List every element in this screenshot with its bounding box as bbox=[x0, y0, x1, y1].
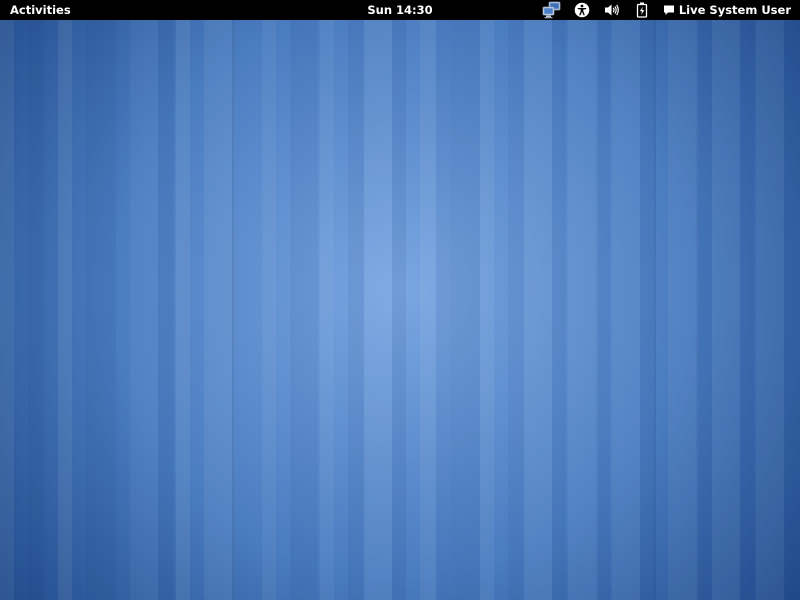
battery-icon[interactable] bbox=[627, 0, 657, 20]
wallpaper-stripe bbox=[204, 20, 234, 600]
desktop-wallpaper[interactable] bbox=[0, 20, 800, 600]
activities-button[interactable]: Activities bbox=[0, 0, 81, 20]
wallpaper-stripe bbox=[262, 20, 276, 600]
volume-icon[interactable] bbox=[597, 0, 627, 20]
wallpaper-stripe bbox=[130, 20, 158, 600]
wallpaper-stripe bbox=[58, 20, 72, 600]
wallpaper-stripe bbox=[552, 20, 566, 600]
wallpaper-stripe bbox=[420, 20, 436, 600]
wallpaper-stripe bbox=[290, 20, 318, 600]
wallpaper-stripe bbox=[524, 20, 552, 600]
wallpaper-stripe bbox=[158, 20, 174, 600]
wallpaper-stripe bbox=[668, 20, 698, 600]
wallpaper-stripe bbox=[596, 20, 610, 600]
wallpaper-stripe bbox=[568, 20, 598, 600]
wallpaper-stripe bbox=[176, 20, 190, 600]
wallpaper-stripe bbox=[320, 20, 334, 600]
wallpaper-stripe bbox=[392, 20, 406, 600]
wallpaper-stripe bbox=[364, 20, 392, 600]
wallpaper-stripe bbox=[640, 20, 654, 600]
status-area: Live System User bbox=[537, 0, 800, 20]
wallpaper-stripe bbox=[436, 20, 450, 600]
wallpaper-stripe bbox=[612, 20, 640, 600]
user-name: Live System User bbox=[678, 3, 791, 17]
wallpaper-stripe bbox=[508, 20, 524, 600]
wallpaper-stripe bbox=[740, 20, 754, 600]
wallpaper-stripe bbox=[784, 20, 800, 600]
wallpaper-stripe bbox=[0, 20, 14, 600]
network-wired-icon[interactable] bbox=[537, 0, 567, 20]
wallpaper-stripe bbox=[696, 20, 712, 600]
clock-button[interactable]: Sun 14:30 bbox=[367, 3, 432, 17]
user-menu[interactable]: Live System User bbox=[657, 0, 800, 20]
wallpaper-stripe bbox=[348, 20, 364, 600]
wallpaper-stripe bbox=[756, 20, 784, 600]
wallpaper-stripe bbox=[86, 20, 116, 600]
wallpaper-stripe bbox=[232, 20, 234, 600]
wallpaper-stripe bbox=[654, 20, 656, 600]
wallpaper-stripe bbox=[480, 20, 494, 600]
wallpaper-stripe bbox=[712, 20, 740, 600]
wallpaper-stripe bbox=[450, 20, 480, 600]
desktop-screen: Activities Sun 14:30 Live System User bbox=[0, 0, 800, 600]
wallpaper-stripe bbox=[28, 20, 44, 600]
accessibility-icon[interactable] bbox=[567, 0, 597, 20]
top-panel: Activities Sun 14:30 Live System User bbox=[0, 0, 800, 20]
chat-bubble-icon bbox=[663, 4, 675, 16]
